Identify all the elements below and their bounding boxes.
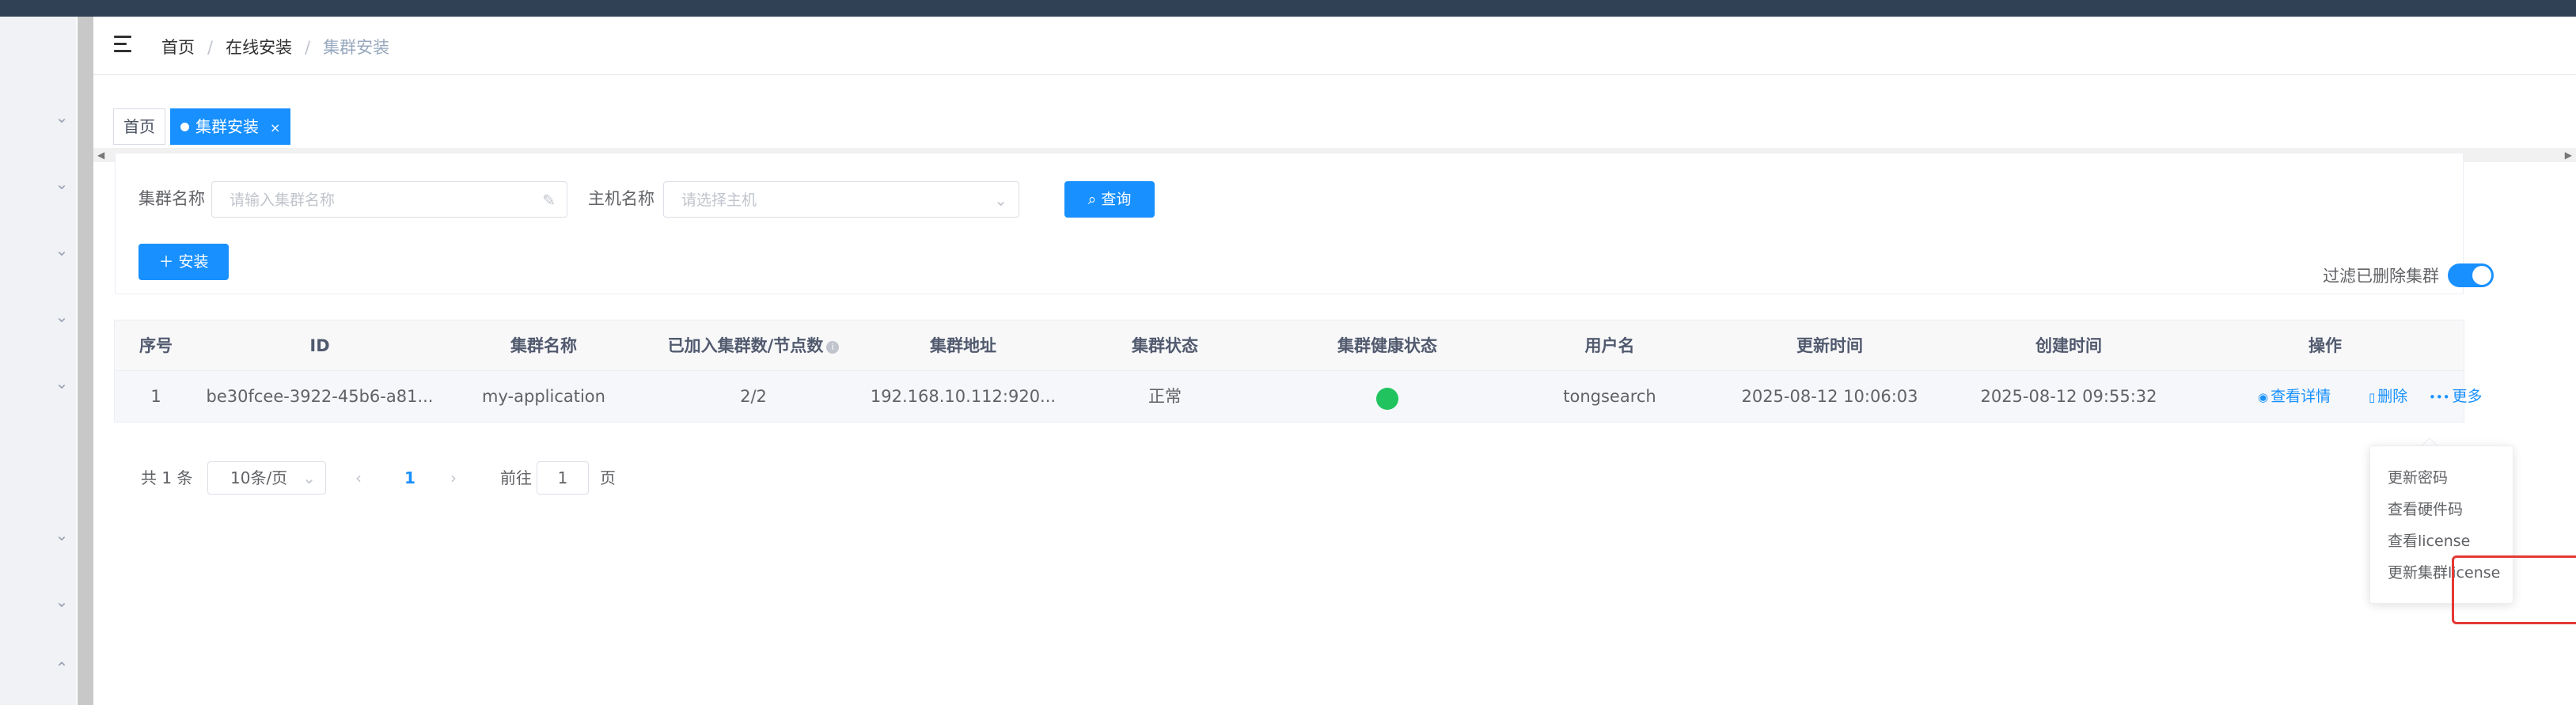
chevron-down-icon[interactable]: ⌄ — [54, 309, 70, 324]
cell-status: 正常 — [1148, 387, 1182, 406]
scroll-left-icon[interactable]: ◀ — [97, 148, 104, 162]
breadcrumb-home[interactable]: 首页 — [161, 38, 195, 57]
column-header: 创建时间 — [2035, 336, 2102, 355]
cluster-table: 序号 ID 集群名称 已加入集群数/节点数 i 集群地址 集群状态 集群健康状态 … — [114, 320, 2483, 423]
chevron-down-icon[interactable]: ⌄ — [54, 593, 70, 609]
column-header: 操作 — [2309, 336, 2342, 355]
prev-page-icon[interactable]: ‹ — [355, 461, 362, 495]
goto-label: 前往 — [500, 468, 532, 487]
filter-deleted-label: 过滤已删除集群 — [2323, 267, 2439, 286]
chevron-down-icon[interactable]: ⌄ — [54, 527, 70, 543]
column-header-label: 已加入集群数/节点数 — [667, 336, 824, 355]
page-size-select[interactable]: 10条/页 ⌄ — [207, 461, 326, 495]
close-icon[interactable]: × — [270, 120, 280, 135]
goto-page-input[interactable]: 1 — [537, 461, 589, 495]
highlight-box — [2452, 555, 2576, 624]
column-header: 用户名 — [1584, 336, 1635, 355]
chevron-up-icon[interactable]: ⌃ — [54, 660, 70, 676]
cell-username: tongsearch — [1563, 387, 1656, 406]
host-name-label: 主机名称 — [588, 189, 654, 208]
view-details-link[interactable]: ◉ 查看详情 — [2258, 371, 2331, 422]
menu-item-update-password[interactable]: 更新密码 — [2388, 468, 2448, 488]
column-header: 更新时间 — [1796, 336, 1863, 355]
breadcrumb-cluster-install: 集群安装 — [323, 38, 390, 57]
switch-knob — [2472, 266, 2491, 285]
cell-updated: 2025-08-12 10:06:03 — [1741, 387, 1918, 406]
cluster-name-placeholder: 请输入集群名称 — [230, 191, 336, 209]
menu-item-view-license[interactable]: 查看license — [2388, 531, 2470, 551]
cell-address: 192.168.10.112:920... — [870, 387, 1057, 406]
query-button-label: 查询 — [1101, 191, 1132, 208]
chevron-down-icon[interactable]: ⌄ — [54, 242, 70, 258]
sidebar-scrollbar[interactable] — [78, 17, 93, 705]
health-ok-icon — [1376, 388, 1398, 410]
column-header: 集群健康状态 — [1337, 336, 1437, 355]
delete-link[interactable]: ▯ 删除 — [2369, 371, 2407, 422]
tag-label: 首页 — [123, 117, 155, 136]
trash-icon: ▯ — [2369, 390, 2376, 404]
cell-health — [1265, 371, 1509, 422]
pagination-total: 共 1 条 — [141, 468, 193, 487]
main-content: 首页 / 在线安装 / 集群安装 首页 集群安装 × ◀ ▶ 集群名称 请输入集群名称 ✎… — [93, 17, 2576, 705]
chevron-down-icon: ⌄ — [994, 191, 1007, 210]
navbar: 首页 / 在线安装 / 集群安装 — [93, 17, 2576, 75]
search-form-card: 集群名称 请输入集群名称 ✎ 主机名称 请选择主机 ⌄ ⌕ 查询 ＋ 安装 过滤… — [115, 153, 2494, 294]
install-button[interactable]: ＋ 安装 — [138, 244, 229, 280]
info-icon[interactable]: i — [826, 341, 840, 354]
breadcrumb-separator: / — [207, 38, 214, 57]
more-label: 更多 — [2452, 388, 2483, 405]
active-dot-icon — [180, 123, 189, 131]
tag-home[interactable]: 首页 — [113, 108, 165, 145]
cell-index: 1 — [150, 387, 161, 406]
column-header: 集群名称 — [510, 336, 577, 355]
column-header: 已加入集群数/节点数 i — [645, 320, 862, 371]
menu-item-view-hardware-code[interactable]: 查看硬件码 — [2388, 499, 2463, 520]
column-header: 集群地址 — [930, 336, 996, 355]
more-dots-icon: ••• — [2429, 390, 2450, 404]
plus-icon: ＋ — [158, 253, 179, 271]
cell-name: my-application — [482, 387, 605, 406]
hamburger-menu-icon[interactable] — [114, 36, 135, 53]
column-header: 序号 — [139, 336, 173, 355]
tag-label: 集群安装 — [195, 117, 259, 136]
query-button[interactable]: ⌕ 查询 — [1064, 181, 1155, 218]
edit-icon: ✎ — [542, 191, 556, 210]
install-button-label: 安装 — [178, 253, 209, 271]
chevron-down-icon[interactable]: ⌄ — [54, 375, 70, 391]
goto-page-value: 1 — [557, 468, 568, 487]
host-name-placeholder: 请选择主机 — [681, 191, 757, 209]
cell-id: be30fcee-3922-45b6-a81... — [206, 387, 434, 406]
cell-created: 2025-08-12 09:55:32 — [1980, 387, 2157, 406]
page-suffix: 页 — [600, 468, 616, 487]
cluster-name-input[interactable]: 请输入集群名称 ✎ — [211, 181, 567, 218]
tags-view: 首页 集群安装 × — [93, 75, 2576, 148]
chevron-down-icon[interactable]: ⌄ — [54, 109, 70, 125]
page-number-current[interactable]: 1 — [404, 461, 415, 495]
column-header: 集群状态 — [1132, 336, 1198, 355]
column-header: ID — [309, 336, 330, 355]
cell-nodes: 2/2 — [740, 387, 767, 406]
search-icon: ⌕ — [1087, 191, 1102, 208]
tag-cluster-install[interactable]: 集群安装 × — [170, 108, 291, 145]
delete-label: 删除 — [2377, 388, 2408, 405]
chevron-down-icon[interactable]: ⌄ — [54, 176, 70, 191]
scroll-right-icon[interactable]: ▶ — [2565, 148, 2572, 162]
eye-icon: ◉ — [2258, 390, 2269, 404]
breadcrumb-online-install[interactable]: 在线安装 — [226, 38, 292, 57]
host-name-select[interactable]: 请选择主机 ⌄ — [663, 181, 1019, 218]
chevron-down-icon: ⌄ — [302, 468, 316, 487]
sidebar: ⌄ ⌄ ⌄ ⌄ ⌄ ⌄ ⌄ ⌃ — [0, 17, 76, 705]
view-details-label: 查看详情 — [2271, 388, 2331, 405]
table-header: 序号 ID 集群名称 已加入集群数/节点数 i 集群地址 集群状态 集群健康状态 … — [115, 320, 2464, 371]
top-bar — [0, 0, 2576, 17]
page-size-value: 10条/页 — [230, 468, 288, 487]
filter-deleted-switch[interactable] — [2448, 263, 2494, 287]
table-row: 1 be30fcee-3922-45b6-a81... my-applicati… — [115, 371, 2483, 422]
cluster-name-label: 集群名称 — [138, 189, 205, 208]
next-page-icon[interactable]: › — [450, 461, 457, 495]
breadcrumb-separator: / — [305, 38, 311, 57]
more-dropdown-trigger[interactable]: ••• 更多 — [2429, 371, 2483, 422]
breadcrumb: 首页 / 在线安装 / 集群安装 — [161, 37, 389, 58]
